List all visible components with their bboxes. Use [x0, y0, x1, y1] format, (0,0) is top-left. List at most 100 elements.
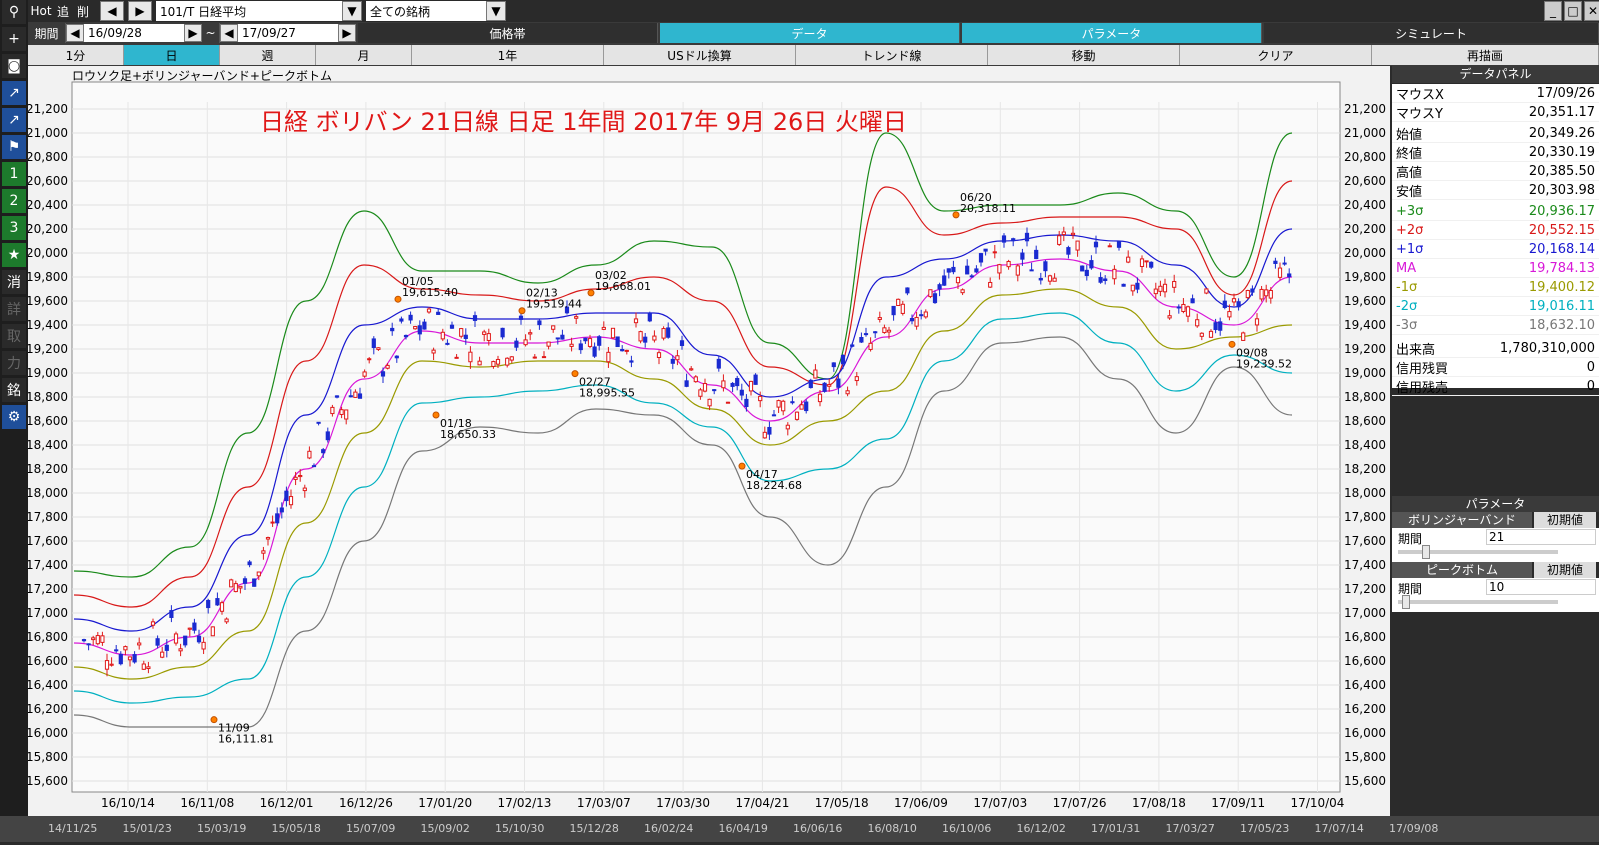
toolbar-button-10[interactable]: 消: [2, 270, 26, 294]
timeframe-row: 1分 日 週 月 1年 USドル換算 トレンド線 移動 クリア 再描画: [28, 44, 1599, 66]
tab-price-band[interactable]: 価格帯: [358, 23, 658, 43]
y-tick-label-right: 16,000: [1344, 726, 1386, 740]
toolbar-button-8[interactable]: 3: [2, 216, 26, 240]
tf-1year-button[interactable]: 1年: [412, 45, 604, 65]
bollinger-reset-button[interactable]: 初期値: [1534, 512, 1596, 528]
plus-icon[interactable]: +: [2, 27, 26, 51]
y-tick-label-right: 16,200: [1344, 702, 1386, 716]
peak-slider-track[interactable]: [1398, 600, 1558, 604]
candle: [413, 326, 418, 330]
prev-icon[interactable]: ◀: [100, 1, 124, 21]
peak-marker: [952, 211, 960, 219]
gear-icon[interactable]: ⚙: [2, 405, 26, 429]
bottom-date-bar[interactable]: 14/11/25 15/01/23 15/03/19 15/05/18 15/07/09…: [0, 816, 1599, 842]
hot-label[interactable]: Hot: [30, 2, 52, 20]
candle: [537, 320, 542, 326]
candle: [114, 649, 119, 652]
toolbar-button-11[interactable]: 詳: [2, 297, 26, 321]
peak-slider-handle[interactable]: [1402, 595, 1410, 609]
tf-month-button[interactable]: 月: [316, 45, 412, 65]
tab-parameter[interactable]: パラメータ: [962, 23, 1262, 43]
param-panel-title: パラメータ: [1392, 496, 1599, 512]
x-tick-label: 17/06/09: [894, 796, 948, 810]
tf-day-button[interactable]: 日: [124, 45, 220, 65]
usd-convert-button[interactable]: USドル換算: [604, 45, 796, 65]
symbol-field[interactable]: 101/T 日経平均: [156, 1, 344, 21]
candle: [118, 653, 123, 665]
tf-1min-button[interactable]: 1分: [28, 45, 124, 65]
period-to-next-icon[interactable]: ▶: [338, 24, 356, 42]
add-button[interactable]: 追: [52, 2, 74, 20]
bottom-date-label: 16/04/19: [718, 822, 768, 835]
star-icon[interactable]: ★: [2, 243, 26, 267]
search-icon[interactable]: ⚲: [2, 0, 26, 24]
close-icon[interactable]: ✕: [1584, 1, 1599, 21]
left-toolbar: ⚲ + ◙ ↗ ↗ ⚑ 1 2 3 ★ 消詳取力銘 ⚙: [0, 0, 28, 842]
chart-icon[interactable]: ↗: [2, 81, 26, 105]
tab-data[interactable]: データ: [660, 23, 960, 43]
redraw-button[interactable]: 再描画: [1372, 45, 1599, 65]
toolbar-button-12[interactable]: 取: [2, 324, 26, 348]
period-from-prev-icon[interactable]: ◀: [66, 24, 84, 42]
toolbar-button-7[interactable]: 2: [2, 189, 26, 213]
candle: [574, 316, 579, 319]
candle: [399, 318, 404, 322]
candle: [974, 268, 979, 273]
candle: [242, 578, 248, 584]
period-to-prev-icon[interactable]: ◀: [220, 24, 238, 42]
toolbar-button-14[interactable]: 銘: [2, 378, 26, 402]
candle: [707, 398, 712, 407]
peak-label: ピークボトム: [1392, 562, 1532, 578]
candle: [1047, 275, 1053, 282]
period-from-next-icon[interactable]: ▶: [184, 24, 202, 42]
camera-icon[interactable]: ◙: [2, 54, 26, 78]
peak-period-input[interactable]: 10: [1486, 579, 1596, 595]
period-from-field[interactable]: 16/09/28: [84, 24, 184, 42]
bollinger-slider-handle[interactable]: [1422, 545, 1430, 559]
candle: [794, 411, 800, 420]
move-button[interactable]: 移動: [988, 45, 1180, 65]
period-to-field[interactable]: 17/09/27: [238, 24, 338, 42]
chart-area[interactable]: 21,200 21,200 21,000 21,000 20,800 20,800 20,6…: [26, 66, 1390, 842]
delete-button[interactable]: 削: [72, 2, 94, 20]
y-tick-label-right: 18,600: [1344, 414, 1386, 428]
clear-button[interactable]: クリア: [1180, 45, 1372, 65]
candle: [725, 401, 731, 404]
trendline-button[interactable]: トレンド線: [796, 45, 988, 65]
data-row: マウスY 20,351.17: [1392, 103, 1599, 122]
candle: [785, 424, 790, 430]
candle: [859, 337, 864, 343]
next-icon[interactable]: ▶: [128, 1, 152, 21]
candle: [666, 327, 671, 338]
tf-week-button[interactable]: 週: [220, 45, 316, 65]
candle: [601, 326, 606, 330]
y-tick-label-left: 18,000: [28, 486, 68, 500]
data-panel: マウスX 17/09/26 マウスY 20,351.17 始値 20,349.26 終値 20…: [1392, 84, 1599, 396]
toolbar-button-13[interactable]: 力: [2, 351, 26, 375]
candle: [928, 289, 933, 298]
bollinger-period-input[interactable]: 21: [1486, 529, 1596, 545]
candle: [735, 377, 740, 387]
candle: [1208, 330, 1214, 338]
flag-icon[interactable]: ⚑: [2, 135, 26, 159]
period-tab-row: 期間 ◀ 16/09/28 ▶ ~ ◀ 17/09/27 ▶ 価格帯 データ パ…: [28, 22, 1599, 44]
chart-headline: 日経 ボリバン 21日線 日足 1年間 2017年 9月 26日 火曜日: [260, 108, 907, 136]
peak-reset-button[interactable]: 初期値: [1534, 562, 1596, 578]
candle: [1043, 261, 1048, 272]
universe-dropdown-icon[interactable]: ▼: [486, 1, 506, 21]
candle: [187, 627, 192, 630]
candle: [127, 656, 133, 661]
universe-field[interactable]: 全ての銘柄: [366, 1, 486, 21]
data-row-label: +1σ: [1396, 241, 1424, 257]
minimize-icon[interactable]: _: [1544, 1, 1562, 21]
chart2-icon[interactable]: ↗: [2, 108, 26, 132]
symbol-dropdown-icon[interactable]: ▼: [342, 1, 362, 21]
tab-simulate[interactable]: シミュレート: [1264, 23, 1599, 43]
data-row: 始値 20,349.26: [1392, 124, 1599, 143]
maximize-icon[interactable]: □: [1564, 1, 1582, 21]
candle: [1149, 261, 1154, 268]
y-tick-label-right: 19,800: [1344, 270, 1386, 284]
candle: [624, 349, 629, 352]
candle: [215, 598, 220, 606]
toolbar-button-6[interactable]: 1: [2, 162, 26, 186]
